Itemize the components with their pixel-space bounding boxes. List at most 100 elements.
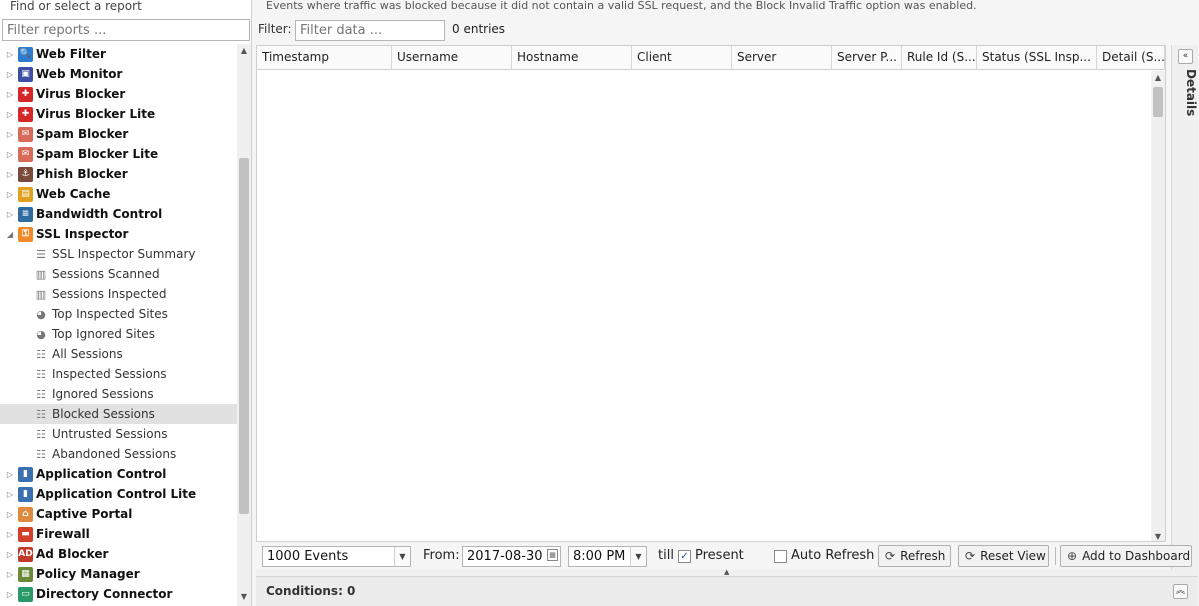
- tree-app-node[interactable]: ▷ ▣ Web Monitor: [0, 64, 237, 84]
- present-checkbox[interactable]: ✓: [678, 550, 691, 563]
- tree-app-node[interactable]: ▷ ▤ Web Cache: [0, 184, 237, 204]
- phish-blocker-icon: ⚓: [18, 166, 33, 182]
- tree-report-label: Top Inspected Sites: [52, 307, 168, 321]
- tree-app-node[interactable]: ▷ ⌂ Captive Portal: [0, 504, 237, 524]
- tree-scrollbar[interactable]: ▲ ▼: [237, 44, 251, 606]
- grid-scroll-thumb[interactable]: [1153, 87, 1163, 117]
- expand-arrow-icon[interactable]: ▷: [5, 50, 15, 59]
- collapse-arrow-icon[interactable]: ◢: [5, 230, 15, 239]
- virus-blocker-icon: ✚: [18, 86, 33, 102]
- tree-app-node[interactable]: ◢ ⚿ SSL Inspector: [0, 224, 237, 244]
- list-icon: ☷: [36, 447, 46, 461]
- reports-sidebar: Find or select a report ▷🔍Web Filter▷▣We…: [0, 0, 252, 606]
- toolbar-separator: [1055, 547, 1056, 565]
- events-limit-select[interactable]: 1000 Events ▼: [262, 546, 411, 567]
- expand-arrow-icon[interactable]: ▷: [5, 110, 15, 119]
- tree-report-item[interactable]: ☰ SSL Inspector Summary: [0, 244, 237, 264]
- tree-app-node[interactable]: ▷ 🔍 Web Filter: [0, 44, 237, 64]
- grid-scrollbar[interactable]: ▲ ▼: [1151, 71, 1165, 541]
- column-header[interactable]: Hostname: [512, 46, 632, 70]
- tree-app-node[interactable]: ▷ ▭ Directory Connector: [0, 584, 237, 604]
- details-label[interactable]: Details: [1174, 69, 1198, 129]
- from-date-field[interactable]: 2017-08-30 ▦: [462, 546, 561, 567]
- tree-report-item[interactable]: ▥ Sessions Inspected: [0, 284, 237, 304]
- expand-arrow-icon[interactable]: ▷: [5, 150, 15, 159]
- tree-report-item[interactable]: ☷ Blocked Sessions: [0, 404, 237, 424]
- tree-app-node[interactable]: ▷ ⚓ Phish Blocker: [0, 164, 237, 184]
- expand-arrow-icon[interactable]: ▷: [5, 510, 15, 519]
- scroll-down-icon[interactable]: ▼: [237, 590, 251, 604]
- tree-app-node[interactable]: ▷ ✚ Virus Blocker: [0, 84, 237, 104]
- tree-app-node[interactable]: ▷ ✉ Spam Blocker Lite: [0, 144, 237, 164]
- auto-refresh-checkbox[interactable]: [774, 550, 787, 563]
- scroll-down-icon[interactable]: ▼: [1151, 532, 1165, 541]
- tree-app-node[interactable]: ▷ ✉ Spam Blocker: [0, 124, 237, 144]
- tree-report-item[interactable]: ☷ All Sessions: [0, 344, 237, 364]
- tree-report-item[interactable]: ◕ Top Ignored Sites: [0, 324, 237, 344]
- tree-app-node[interactable]: ▷ ▮ Application Control: [0, 464, 237, 484]
- tree-app-node[interactable]: ▷ ▬ Firewall: [0, 524, 237, 544]
- expand-arrow-icon[interactable]: ▷: [5, 590, 15, 599]
- expand-arrow-icon[interactable]: ▷: [5, 90, 15, 99]
- entries-count: 0 entries: [452, 22, 506, 36]
- chevron-down-icon[interactable]: ▼: [394, 547, 410, 566]
- scroll-up-icon[interactable]: ▲: [237, 44, 251, 58]
- expand-details-icon[interactable]: «: [1178, 49, 1193, 64]
- expand-conditions-icon[interactable]: ︽: [1173, 584, 1188, 599]
- expand-arrow-icon[interactable]: ▷: [5, 130, 15, 139]
- tree-app-node[interactable]: ▷ ▮ Application Control Lite: [0, 484, 237, 504]
- column-header[interactable]: Server P...: [832, 46, 902, 70]
- tree-report-item[interactable]: ☷ Ignored Sessions: [0, 384, 237, 404]
- filter-reports-input[interactable]: [2, 19, 250, 41]
- events-limit-value: 1000 Events: [267, 549, 349, 564]
- tree-report-item[interactable]: ◕ Top Inspected Sites: [0, 304, 237, 324]
- tree-scroll-thumb[interactable]: [239, 158, 249, 514]
- expand-arrow-icon[interactable]: ▷: [5, 570, 15, 579]
- column-header[interactable]: Username: [392, 46, 512, 70]
- scroll-up-icon[interactable]: ▲: [1151, 73, 1165, 82]
- chevron-down-icon[interactable]: ▼: [630, 547, 646, 566]
- tree-app-node[interactable]: ▷ ≡ Bandwidth Control: [0, 204, 237, 224]
- bar-chart-icon: ▥: [35, 287, 47, 301]
- captive-portal-icon: ⌂: [18, 506, 33, 522]
- calendar-icon[interactable]: ▦: [547, 549, 558, 561]
- column-header[interactable]: Timestamp: [257, 46, 392, 70]
- expand-arrow-icon[interactable]: ▷: [5, 210, 15, 219]
- expand-arrow-icon[interactable]: ▷: [5, 470, 15, 479]
- reset-view-button[interactable]: ⟳ Reset View: [958, 545, 1049, 567]
- filter-data-input[interactable]: [295, 20, 445, 41]
- auto-refresh-label: Auto Refresh: [791, 548, 875, 563]
- expand-arrow-icon[interactable]: ▷: [5, 530, 15, 539]
- expand-arrow-icon[interactable]: ▷: [5, 70, 15, 79]
- tree-report-label: Inspected Sessions: [52, 367, 167, 381]
- report-description: Events where traffic was blocked because…: [266, 0, 977, 12]
- application-control-icon: ▮: [18, 466, 33, 482]
- column-header[interactable]: Status (SSL Insp...: [977, 46, 1097, 70]
- column-header[interactable]: Detail (S...: [1097, 46, 1165, 70]
- expand-arrow-icon[interactable]: ▷: [5, 170, 15, 179]
- column-header[interactable]: Server: [732, 46, 832, 70]
- list-icon: ☷: [36, 407, 46, 421]
- add-to-dashboard-label: Add to Dashboard: [1082, 549, 1191, 563]
- tree-report-label: Ignored Sessions: [52, 387, 154, 401]
- tree-app-node[interactable]: ▷ AD Ad Blocker: [0, 544, 237, 564]
- tree-report-item[interactable]: ☷ Inspected Sessions: [0, 364, 237, 384]
- tree-report-item[interactable]: ▥ Sessions Scanned: [0, 264, 237, 284]
- from-time-select[interactable]: 8:00 PM ▼: [568, 546, 647, 567]
- tree-report-item[interactable]: ☷ Abandoned Sessions: [0, 444, 237, 464]
- column-header[interactable]: Rule Id (S...: [902, 46, 977, 70]
- add-to-dashboard-button[interactable]: ⊕ Add to Dashboard: [1060, 545, 1192, 567]
- splitter-arrow-icon[interactable]: ▲: [724, 568, 729, 576]
- tree-app-node[interactable]: ▷ ▦ Policy Manager: [0, 564, 237, 584]
- expand-arrow-icon[interactable]: ▷: [5, 490, 15, 499]
- refresh-button[interactable]: ⟳ Refresh: [878, 545, 951, 567]
- tree-app-node[interactable]: ▷ ✚ Virus Blocker Lite: [0, 104, 237, 124]
- expand-arrow-icon[interactable]: ▷: [5, 190, 15, 199]
- web-cache-icon: ▤: [18, 186, 33, 202]
- expand-arrow-icon[interactable]: ▷: [5, 550, 15, 559]
- tree-app-label: Virus Blocker Lite: [36, 107, 156, 121]
- conditions-label[interactable]: Conditions: 0: [266, 584, 355, 598]
- bandwidth-control-icon: ≡: [18, 206, 33, 222]
- tree-report-item[interactable]: ☷ Untrusted Sessions: [0, 424, 237, 444]
- column-header[interactable]: Client: [632, 46, 732, 70]
